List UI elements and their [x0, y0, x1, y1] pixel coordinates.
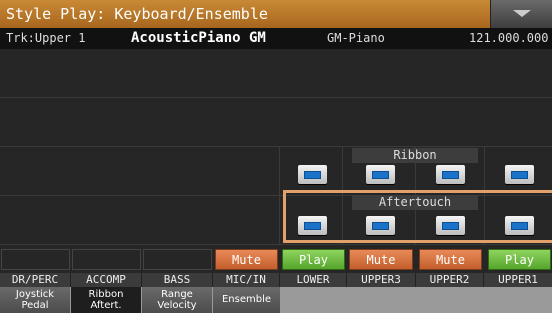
page-menu-button[interactable]: [490, 0, 552, 28]
led-icon: [372, 222, 389, 230]
led-icon: [304, 171, 321, 179]
track-state-empty: [1, 249, 70, 270]
tab-bar: Joystick Pedal Ribbon Aftert. Range Velo…: [0, 287, 552, 313]
ribbon-upper2-toggle[interactable]: [436, 165, 465, 184]
tab-label: Aftert.: [90, 300, 122, 311]
aftertouch-section-label: Aftertouch: [352, 195, 478, 210]
led-icon: [442, 171, 459, 179]
track-state-empty: [143, 249, 212, 270]
chevron-down-icon: [513, 10, 531, 17]
sound-id: 121.000.000: [469, 31, 549, 45]
channel-name: BASS: [142, 273, 213, 287]
grid-line: [0, 146, 552, 147]
led-icon: [511, 222, 528, 230]
tab-range-velocity[interactable]: Range Velocity: [142, 287, 212, 313]
tab-label: Ensemble: [221, 294, 272, 305]
tab-label: Pedal: [21, 300, 49, 311]
channel-name: MIC/IN: [213, 273, 280, 287]
track-state-empty: [72, 249, 141, 270]
track-info-bar[interactable]: Trk:Upper 1 AcousticPiano GM GM-Piano 12…: [0, 28, 552, 49]
tab-label: Joystick: [15, 289, 55, 300]
channel-name: LOWER: [280, 273, 347, 287]
mic-in-mute-button[interactable]: Mute: [215, 249, 278, 270]
led-icon: [442, 222, 459, 230]
track-label: Trk:Upper 1: [6, 31, 86, 45]
ribbon-section-label: Ribbon: [352, 148, 478, 163]
channel-name: DR/PERC: [0, 273, 71, 287]
sound-name[interactable]: AcousticPiano GM: [131, 28, 266, 49]
ribbon-upper1-toggle[interactable]: [505, 165, 534, 184]
grid-line: [0, 97, 552, 98]
aftertouch-upper1-toggle[interactable]: [505, 216, 534, 235]
channel-name: UPPER1: [498, 273, 538, 286]
tab-label: Range: [161, 289, 193, 300]
tab-label: Ribbon: [88, 289, 124, 300]
channel-name: ACCOMP: [71, 273, 142, 287]
aftertouch-upper3-toggle[interactable]: [366, 216, 395, 235]
sound-category: GM-Piano: [327, 31, 385, 45]
upper1-play-button[interactable]: Play: [488, 249, 551, 270]
lower-play-button[interactable]: Play: [282, 249, 345, 270]
led-icon: [372, 171, 389, 179]
tab-label: Velocity: [157, 300, 197, 311]
led-icon: [511, 171, 528, 179]
grid-line: [0, 244, 552, 245]
led-icon: [304, 222, 321, 230]
aftertouch-upper2-toggle[interactable]: [436, 216, 465, 235]
tab-ribbon-aftertouch[interactable]: Ribbon Aftert.: [71, 287, 141, 313]
page-title: Style Play: Keyboard/Ensemble: [6, 5, 268, 23]
upper2-mute-button[interactable]: Mute: [419, 249, 482, 270]
grid-line: [279, 146, 280, 244]
channel-name: UPPER3: [347, 273, 416, 287]
style-play-screen: Style Play: Keyboard/Ensemble Trk:Upper …: [0, 0, 552, 313]
tab-ensemble[interactable]: Ensemble: [213, 287, 280, 313]
channel-name-row: DR/PERC ACCOMP BASS MIC/IN LOWER UPPER3 …: [0, 273, 552, 287]
tab-joystick-pedal[interactable]: Joystick Pedal: [0, 287, 70, 313]
ribbon-lower-toggle[interactable]: [298, 165, 327, 184]
upper3-mute-button[interactable]: Mute: [349, 249, 413, 270]
ribbon-upper3-toggle[interactable]: [366, 165, 395, 184]
aftertouch-lower-toggle[interactable]: [298, 216, 327, 235]
channel-name: UPPER2: [416, 273, 484, 287]
title-bar: Style Play: Keyboard/Ensemble: [0, 0, 552, 28]
